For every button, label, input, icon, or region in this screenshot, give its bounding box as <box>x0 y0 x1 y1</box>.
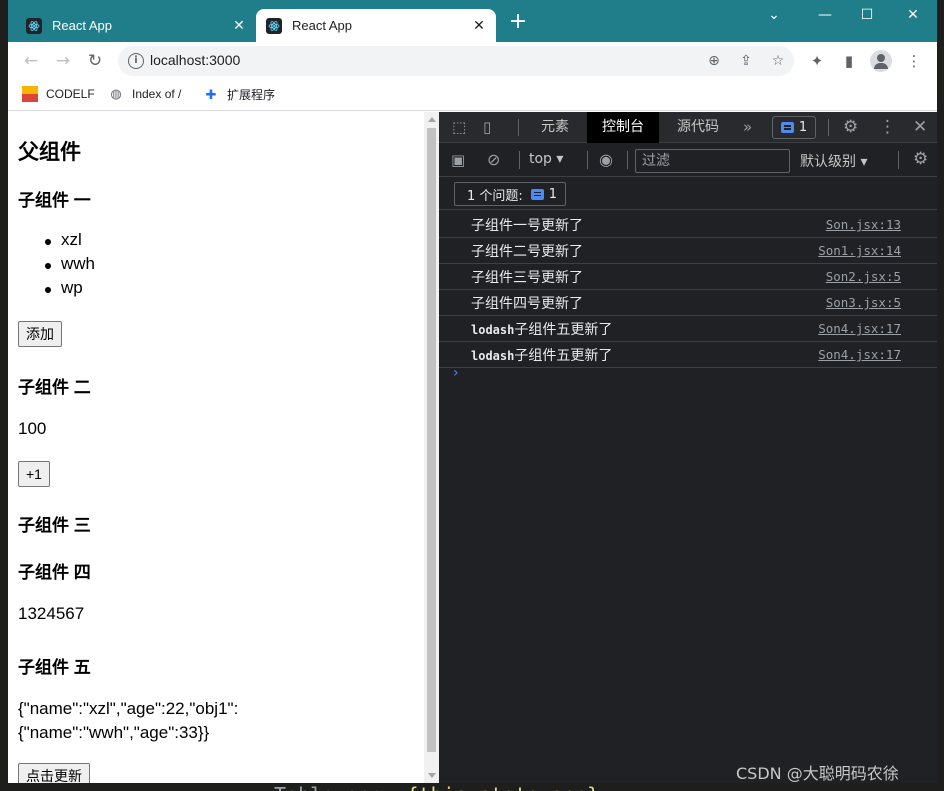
close-tab-icon[interactable]: ✕ <box>232 18 246 32</box>
issues-count-button[interactable]: 1 个问题: 1 <box>454 182 567 206</box>
more-tabs-icon[interactable]: » <box>743 118 752 136</box>
source-link[interactable]: Son2.jsx:5 <box>826 269 901 284</box>
clear-console-icon[interactable]: ⊘ <box>487 150 500 169</box>
puzzle-icon: ✚ <box>205 86 217 102</box>
message-icon <box>780 122 794 133</box>
bookmark-star-icon[interactable]: ☆ <box>770 53 786 69</box>
counter-value: 100 <box>18 419 47 438</box>
watermark: CSDN @大聪明码农徐 <box>736 764 899 783</box>
console-prompt-icon[interactable]: › <box>453 365 459 381</box>
bookmark-codelf[interactable]: CODELF <box>22 86 95 102</box>
list-item: xzl <box>44 230 95 254</box>
browser-toolbar: ← → ↻ i localhost:3000 ⊕ ⇪ ☆ ✦ ▮ ⋮ <box>8 42 937 80</box>
side-panel-icon[interactable]: ▮ <box>840 52 858 70</box>
context-select[interactable]: top ▾ <box>529 151 563 167</box>
new-tab-button[interactable]: + <box>508 11 528 33</box>
child5-title: 子组件 五 <box>18 658 91 677</box>
page-content: 父组件 子组件 一 xzl wwh wp 添加 子组件 二 100 +1 子组件… <box>8 112 424 783</box>
source-link[interactable]: Son3.jsx:5 <box>826 295 901 310</box>
bookmark-extensions[interactable]: ✚ 扩展程序 <box>203 86 275 103</box>
filter-input[interactable]: 过滤 <box>635 149 790 173</box>
child4-value: 1324567 <box>18 604 85 623</box>
devtools-menu-icon[interactable]: ⋮ <box>879 117 896 137</box>
issues-badge-button[interactable]: 1 <box>772 116 816 139</box>
update-button[interactable]: 点击更新 <box>18 763 90 783</box>
sidebar-toggle-icon[interactable]: ▣ <box>451 151 465 169</box>
close-tab-icon[interactable]: ✕ <box>472 18 486 32</box>
scroll-thumb[interactable] <box>427 128 436 752</box>
tab-search-icon[interactable]: ⌄ <box>763 6 785 24</box>
codelf-icon <box>22 86 38 102</box>
tab-console[interactable]: 控制台 <box>587 112 659 143</box>
address-bar[interactable]: i localhost:3000 ⊕ ⇪ ☆ <box>118 46 794 76</box>
json-line-1: {"name":"xzl","age":22,"obj1": <box>18 699 239 718</box>
console-message: 子组件二号更新了 Son1.jsx:14 <box>439 238 937 264</box>
react-icon <box>266 17 282 34</box>
reload-icon[interactable]: ↻ <box>84 50 106 72</box>
maximize-icon[interactable]: ☐ <box>856 6 878 24</box>
list-item: wwh <box>44 254 95 278</box>
child4-title: 子组件 四 <box>18 563 91 582</box>
eye-icon[interactable]: ◉ <box>599 150 613 169</box>
child1-title: 子组件 一 <box>18 191 91 210</box>
source-link[interactable]: Son4.jsx:17 <box>818 321 901 336</box>
device-toolbar-icon[interactable]: ▯ <box>483 118 491 136</box>
globe-icon: ◍ <box>110 86 122 101</box>
close-devtools-icon[interactable]: ✕ <box>913 117 927 137</box>
tab-strip: React App ✕ React App ✕ + ⌄ — ☐ ✕ <box>8 0 937 42</box>
page-scrollbar[interactable] <box>424 112 439 783</box>
tab-title: React App <box>292 18 352 33</box>
extensions-icon[interactable]: ✦ <box>808 52 826 70</box>
browser-window: React App ✕ React App ✕ + ⌄ — ☐ ✕ ← → ↻ … <box>8 0 937 783</box>
console-settings-icon[interactable]: ⚙ <box>913 149 928 169</box>
console-message: 子组件三号更新了 Son2.jsx:5 <box>439 264 937 290</box>
tab-title: React App <box>52 18 112 33</box>
json-line-2: {"name":"wwh","age":33}} <box>18 723 210 742</box>
avatar[interactable] <box>870 50 892 72</box>
name-list: xzl wwh wp <box>44 230 95 302</box>
add-button[interactable]: 添加 <box>18 321 62 347</box>
console-message: 子组件一号更新了 Son.jsx:13 <box>439 212 937 238</box>
browser-tab-2[interactable]: React App ✕ <box>256 9 496 42</box>
background-code: :Table app ={this.state.app} <box>262 783 599 791</box>
issues-bar: 1 个问题: 1 <box>439 177 937 210</box>
scroll-up-icon[interactable] <box>428 117 436 122</box>
console-message: lodash子组件五更新了 Son4.jsx:17 <box>439 342 937 368</box>
source-link[interactable]: Son4.jsx:17 <box>818 347 901 362</box>
devtools-panel: ⬚ ▯ 元素 控制台 源代码 » 1 ⚙ ⋮ ✕ ▣ ⊘ top ▾ ◉ 过滤 <box>439 112 937 783</box>
log-level-select[interactable]: 默认级别 ▾ <box>800 151 867 171</box>
menu-kebab-icon[interactable]: ⋮ <box>905 52 923 70</box>
react-icon <box>26 17 42 34</box>
child2-title: 子组件 二 <box>18 378 91 397</box>
console-filterbar: ▣ ⊘ top ▾ ◉ 过滤 默认级别 ▾ ⚙ <box>439 143 937 177</box>
devtools-tabbar: ⬚ ▯ 元素 控制台 源代码 » 1 ⚙ ⋮ ✕ <box>439 112 937 143</box>
back-arrow-icon[interactable]: ← <box>20 50 42 72</box>
url-text[interactable]: localhost:3000 <box>150 52 240 68</box>
browser-tab-1[interactable]: React App ✕ <box>16 9 256 42</box>
bookmarks-bar: CODELF ◍ Index of / ✚ 扩展程序 <box>8 80 937 111</box>
close-window-icon[interactable]: ✕ <box>902 6 924 24</box>
increment-button[interactable]: +1 <box>18 461 50 487</box>
message-icon <box>530 188 544 200</box>
bookmark-index[interactable]: ◍ Index of / <box>108 86 181 102</box>
tab-elements[interactable]: 元素 <box>529 112 581 143</box>
settings-gear-icon[interactable]: ⚙ <box>843 117 858 137</box>
child3-title: 子组件 三 <box>18 516 91 535</box>
console-message: 子组件四号更新了 Son3.jsx:5 <box>439 290 937 316</box>
parent-title: 父组件 <box>18 141 81 164</box>
tab-sources[interactable]: 源代码 <box>667 112 729 143</box>
zoom-icon[interactable]: ⊕ <box>706 53 722 69</box>
source-link[interactable]: Son.jsx:13 <box>826 217 901 232</box>
inspect-icon[interactable]: ⬚ <box>452 118 466 136</box>
console-message: lodash子组件五更新了 Son4.jsx:17 <box>439 316 937 342</box>
share-icon[interactable]: ⇪ <box>738 53 754 69</box>
source-link[interactable]: Son1.jsx:14 <box>818 243 901 258</box>
minimize-icon[interactable]: — <box>814 6 836 24</box>
list-item: wp <box>44 278 95 302</box>
forward-arrow-icon[interactable]: → <box>52 50 74 72</box>
scroll-down-icon[interactable] <box>428 773 436 778</box>
info-icon[interactable]: i <box>128 53 144 69</box>
